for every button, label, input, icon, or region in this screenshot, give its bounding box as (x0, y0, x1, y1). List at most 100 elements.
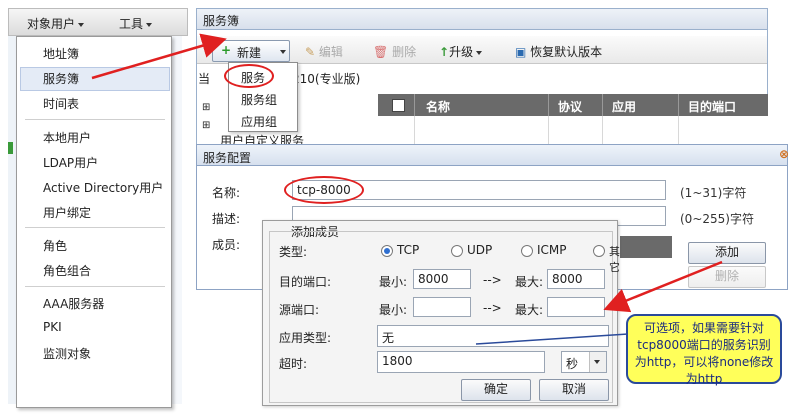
add-member-button[interactable]: 添加 (688, 242, 766, 264)
type-tcp-label: TCP (397, 243, 420, 257)
timeout-label: 超时: (279, 357, 308, 371)
description-length-hint: (0~255)字符 (680, 212, 754, 226)
timeout-unit-select[interactable]: 秒 (561, 351, 607, 373)
name-length-hint: (1~31)字符 (680, 186, 747, 200)
dest-max-label: 最大: (515, 275, 544, 289)
upgrade-label: 升级 (449, 45, 474, 59)
delete-button[interactable]: 🗑 删除 (373, 43, 416, 60)
column-divider (548, 94, 549, 116)
menu-item-role[interactable]: 角色 (43, 237, 67, 254)
description-label: 描述: (212, 212, 241, 226)
add-member-dialog: 添加成员 类型: TCP UDP ICMP 其它 目的端口: 最小: 8000 … (262, 220, 620, 406)
new-label: 新建 (237, 46, 262, 60)
new-menu-item-app-group[interactable]: 应用组 (241, 113, 277, 130)
menu-item-role-combo[interactable]: 角色组合 (43, 262, 91, 279)
top-menu-bar: 对象用户 工具 (8, 8, 188, 36)
highlight-circle-name (284, 176, 364, 204)
edit-label: 编辑 (318, 45, 343, 59)
dest-port-max-input[interactable]: 8000 (547, 269, 605, 289)
menu-separator (25, 286, 165, 287)
dest-port-min-input[interactable]: 8000 (413, 269, 471, 289)
type-udp-label: UDP (467, 243, 493, 257)
menu-item-service-book[interactable]: 服务簿 (43, 70, 79, 87)
menu-separator (25, 119, 165, 120)
up-arrow-icon: ↑ (439, 45, 450, 59)
objects-users-dropdown: 地址簿 服务簿 时间表 本地用户 LDAP用户 Active Directory… (16, 36, 172, 408)
column-header-app[interactable]: 应用 (612, 98, 636, 115)
edit-icon: ✎ (305, 45, 316, 59)
column-divider (414, 116, 415, 146)
dest-min-label: 最小: (379, 275, 408, 289)
restore-default-button[interactable]: ▣ 恢复默认版本 (515, 43, 602, 60)
delete-member-button[interactable]: 删除 (688, 266, 766, 288)
delete-label: 删除 (392, 45, 417, 59)
tools-menu[interactable]: 工具 (119, 15, 153, 32)
menu-item-aaa-server[interactable]: AAA服务器 (43, 295, 104, 312)
timeout-unit-value: 秒 (566, 357, 579, 371)
service-config-title: 服务配置 ⊗ (196, 144, 789, 166)
menu-item-ad-user[interactable]: Active Directory用户 (43, 179, 163, 196)
close-icon[interactable]: ⊗ (779, 147, 789, 161)
column-divider (602, 116, 603, 146)
menu-item-user-binding[interactable]: 用户绑定 (43, 204, 91, 221)
objects-users-menu[interactable]: 对象用户 (27, 15, 85, 32)
type-other-label: 其它 (609, 245, 620, 274)
column-header-name[interactable]: 名称 (426, 98, 450, 115)
menu-item-monitor[interactable]: 监测对象 (43, 345, 91, 362)
service-grid-body (378, 116, 768, 146)
type-icmp-radio[interactable] (521, 245, 533, 257)
member-label: 成员: (212, 238, 241, 252)
app-type-label: 应用类型: (279, 331, 332, 345)
type-other-radio[interactable] (593, 245, 605, 257)
add-icon: + (221, 43, 232, 57)
highlight-circle-service (224, 64, 274, 88)
new-menu-item-service-group[interactable]: 服务组 (241, 91, 277, 108)
timeout-input[interactable]: 1800 (377, 351, 545, 373)
app-type-select[interactable]: 无 (377, 325, 609, 347)
column-divider (602, 94, 603, 116)
src-min-label: 最小: (379, 303, 408, 317)
restore-icon: ▣ (515, 45, 527, 59)
menu-item-local-user[interactable]: 本地用户 (43, 129, 91, 146)
upgrade-button[interactable]: ↑升级 (439, 43, 483, 60)
chevron-down-icon (476, 50, 483, 55)
breadcrumb-prefix: 当 (198, 72, 211, 86)
expand-icon[interactable]: ⊞ (202, 120, 210, 131)
menu-item-schedule[interactable]: 时间表 (43, 95, 79, 112)
column-header-protocol[interactable]: 协议 (558, 98, 582, 115)
edit-button[interactable]: ✎ 编辑 (305, 43, 343, 60)
src-port-max-input[interactable] (547, 297, 605, 317)
member-grid-header (620, 236, 672, 258)
service-book-title: 服务簿 (196, 8, 768, 30)
column-divider (414, 94, 415, 116)
column-divider (678, 116, 679, 146)
select-all-checkbox[interactable] (392, 99, 405, 112)
expand-icon[interactable]: ⊞ (202, 102, 210, 113)
src-port-min-input[interactable] (413, 297, 471, 317)
chevron-down-icon (78, 22, 85, 27)
type-tcp-radio[interactable] (381, 245, 393, 257)
chevron-down-icon (146, 22, 153, 27)
type-label: 类型: (279, 245, 308, 259)
tools-menu-label: 工具 (119, 17, 144, 31)
menu-item-pki[interactable]: PKI (43, 320, 62, 334)
column-divider (548, 116, 549, 146)
dest-range-arrow: --> (483, 273, 502, 287)
src-max-label: 最大: (515, 303, 544, 317)
status-marker (8, 142, 13, 154)
column-header-dest-port[interactable]: 目的端口 (688, 98, 736, 115)
src-range-arrow: --> (483, 301, 502, 315)
type-icmp-label: ICMP (537, 243, 567, 257)
ok-button[interactable]: 确定 (461, 379, 531, 401)
new-button[interactable]: + 新建 (212, 40, 290, 62)
cancel-button[interactable]: 取消 (539, 379, 609, 401)
callout-note: 可选项，如果需要针对tcp8000端口的服务识别为http，可以将none修改为… (626, 314, 782, 386)
service-grid-header: 名称 协议 应用 目的端口 (378, 94, 768, 116)
dest-port-label: 目的端口: (279, 275, 332, 289)
menu-item-ldap-user[interactable]: LDAP用户 (43, 154, 98, 171)
name-label: 名称: (212, 186, 241, 200)
breadcrumb-version: 210(专业版) (292, 72, 361, 86)
menu-item-address-book[interactable]: 地址簿 (43, 45, 79, 62)
type-udp-radio[interactable] (451, 245, 463, 257)
column-divider (678, 94, 679, 116)
